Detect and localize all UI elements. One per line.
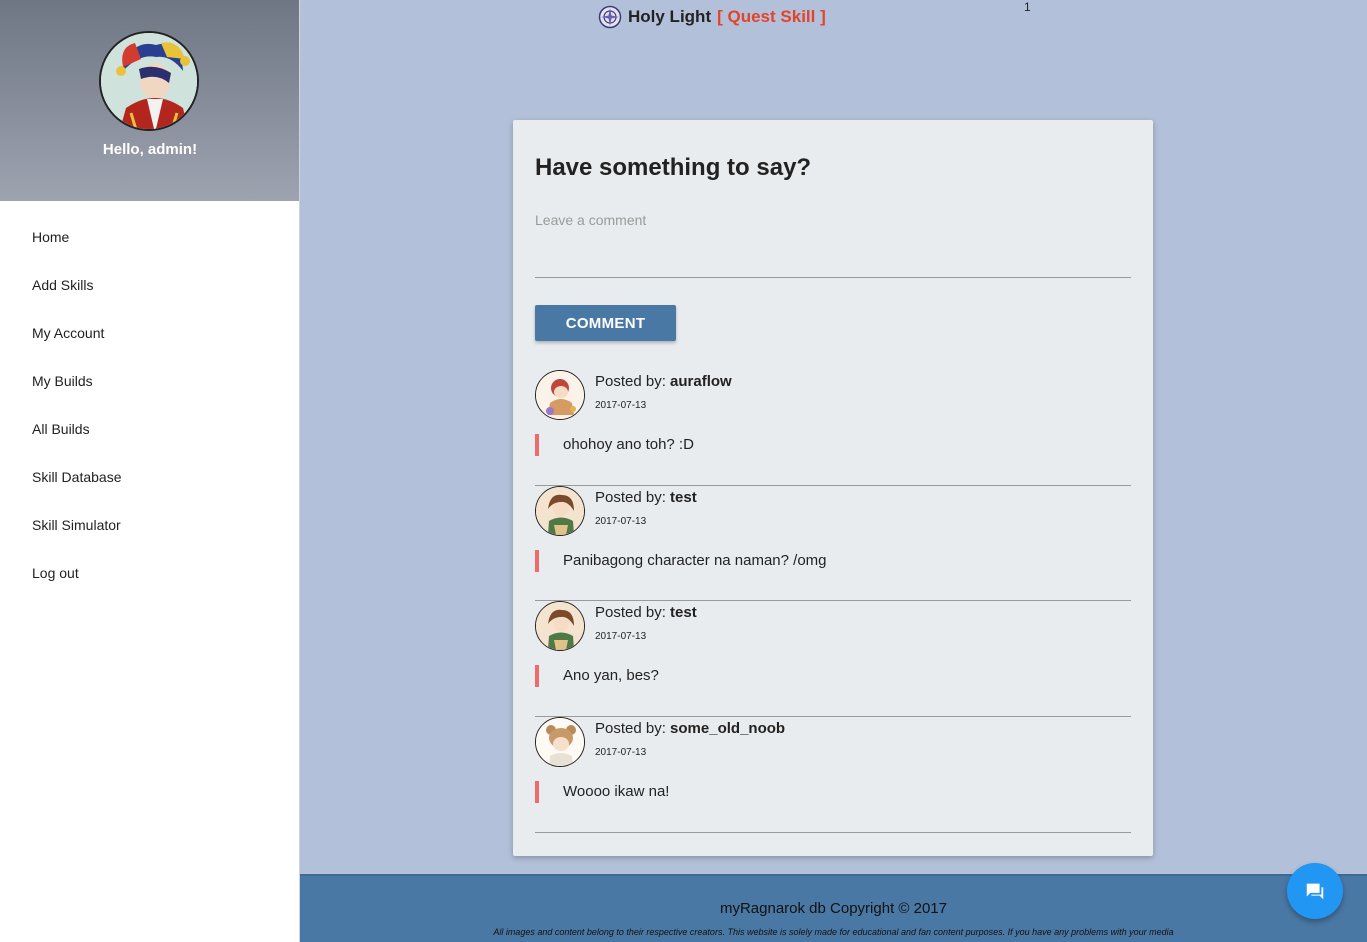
page-title: Holy Light [ Quest Skill ] xyxy=(598,4,826,30)
chibi-character-icon xyxy=(536,371,584,419)
sidebar-item-home[interactable]: Home xyxy=(0,213,299,261)
disclaimer-text: All images and content belong to their r… xyxy=(493,927,1174,937)
sidebar-item-add-skills[interactable]: Add Skills xyxy=(0,261,299,309)
sidebar-item-skill-simulator[interactable]: Skill Simulator xyxy=(0,501,299,549)
comment-author-line: Posted by: test xyxy=(595,489,697,506)
comment-author[interactable]: test xyxy=(670,489,697,506)
sidebar-item-my-builds[interactable]: My Builds xyxy=(0,357,299,405)
skill-name: Holy Light xyxy=(628,7,712,26)
comment-item: Posted by: some_old_noob 2017-07-13 Wooo… xyxy=(535,717,1131,833)
skill-type-tag: [ Quest Skill ] xyxy=(717,7,826,26)
sidebar-item-my-account[interactable]: My Account xyxy=(0,309,299,357)
posted-by-label: Posted by: xyxy=(595,604,671,622)
chibi-character-icon xyxy=(536,486,584,535)
commenter-avatar[interactable] xyxy=(535,485,585,536)
posted-by-label: Posted by: xyxy=(595,373,671,390)
sidebar-item-log-out[interactable]: Log out xyxy=(0,549,299,597)
comment-list: Posted by: auraflow 2017-07-13 ohohoy an… xyxy=(535,370,1131,833)
sidebar: Hello, admin! Home Add Skills My Account… xyxy=(0,0,300,942)
holy-light-skill-icon xyxy=(598,5,622,29)
comment-item: Posted by: auraflow 2017-07-13 ohohoy an… xyxy=(535,370,1131,486)
sidebar-item-all-builds[interactable]: All Builds xyxy=(0,405,299,453)
chat-icon xyxy=(1306,883,1324,900)
commenter-avatar[interactable] xyxy=(535,717,585,768)
comment-input[interactable] xyxy=(535,204,1131,278)
comment-author[interactable]: test xyxy=(670,604,697,621)
user-avatar[interactable] xyxy=(99,31,199,131)
comment-button[interactable]: COMMENT xyxy=(535,305,676,341)
comment-item: Posted by: test 2017-07-13 Ano yan, bes? xyxy=(535,601,1131,718)
bear-hat-character-icon xyxy=(536,718,584,767)
chibi-character-icon xyxy=(536,602,584,651)
posted-by-label: Posted by: xyxy=(595,720,671,738)
page-footer: myRagnarok db Copyright © 2017 All image… xyxy=(300,874,1367,942)
comment-card-title: Have something to say? xyxy=(535,154,812,181)
comment-date: 2017-07-13 xyxy=(595,631,647,643)
commenter-avatar[interactable] xyxy=(535,370,585,420)
comment-date: 2017-07-13 xyxy=(595,515,647,527)
comment-author[interactable]: auraflow xyxy=(670,373,732,390)
commenter-avatar[interactable] xyxy=(535,601,585,652)
greeting-text: Hello, admin! xyxy=(102,141,198,158)
comment-text: Woooo ikaw na! xyxy=(535,781,669,804)
jester-character-icon xyxy=(101,33,197,129)
comment-text: Panibagong character na naman? /omg xyxy=(535,549,827,572)
comment-author-line: Posted by: some_old_noob xyxy=(595,720,785,737)
copyright-text: myRagnarok db Copyright © 2017 xyxy=(719,900,947,917)
posted-by-label: Posted by: xyxy=(595,488,671,506)
comment-text: Ano yan, bes? xyxy=(535,665,659,688)
sidebar-header: Hello, admin! xyxy=(0,0,299,201)
comment-card: Have something to say? COMMENT Posted by… xyxy=(513,120,1153,856)
comment-author-line: Posted by: auraflow xyxy=(595,373,732,390)
sidebar-item-skill-database[interactable]: Skill Database xyxy=(0,453,299,501)
comment-item: Posted by: test 2017-07-13 Panibagong ch… xyxy=(535,485,1131,602)
comment-author-line: Posted by: test xyxy=(595,604,697,621)
comment-text: ohohoy ano toh? :D xyxy=(535,434,694,456)
sidebar-nav: Home Add Skills My Account My Builds All… xyxy=(0,201,299,597)
chat-button[interactable] xyxy=(1287,863,1343,919)
comment-date: 2017-07-13 xyxy=(595,747,647,759)
comment-date: 2017-07-13 xyxy=(595,400,647,411)
page-number: 1 xyxy=(1024,0,1031,14)
comment-author[interactable]: some_old_noob xyxy=(670,720,785,737)
